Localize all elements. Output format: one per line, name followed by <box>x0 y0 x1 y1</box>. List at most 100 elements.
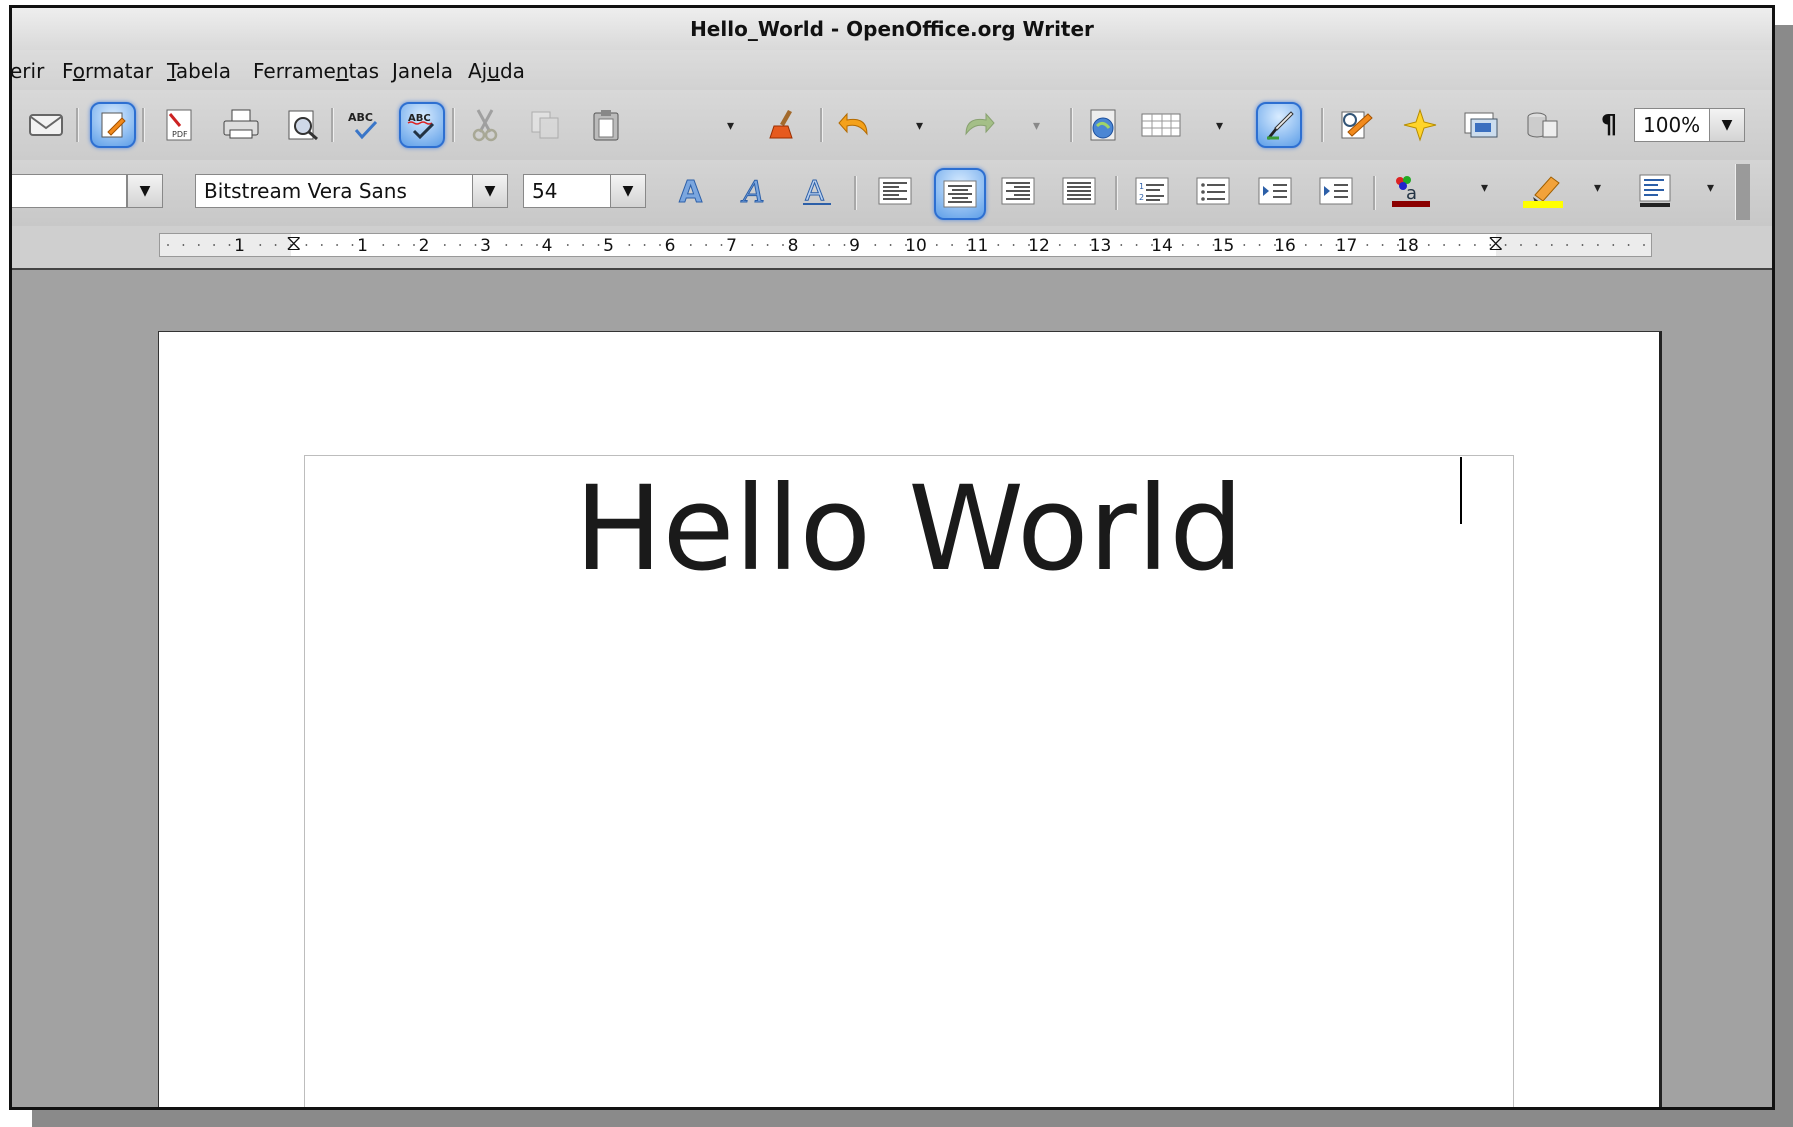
ruler-label: 3 <box>480 236 491 256</box>
menu-tools[interactable]: Ferramentas <box>253 59 379 83</box>
bullets-icon[interactable] <box>1192 170 1234 212</box>
formatting-marks-icon[interactable]: ¶ <box>1588 104 1630 146</box>
gallery-icon[interactable] <box>1460 104 1502 146</box>
decrease-indent-icon[interactable] <box>1254 170 1296 212</box>
increase-indent-icon[interactable] <box>1315 170 1357 212</box>
font-size-field[interactable]: 54 <box>523 174 611 208</box>
ruler-label: 16 <box>1274 236 1296 256</box>
ruler-dot <box>1181 244 1184 246</box>
ruler-dot <box>1643 244 1645 246</box>
menu-window[interactable]: Janela <box>392 59 453 83</box>
ruler-label: 8 <box>788 236 799 256</box>
undo-dropdown-icon[interactable]: ▾ <box>916 118 923 134</box>
writer-window: Hello_World - OpenOffice.org Writer erir… <box>9 5 1775 1110</box>
paste-icon[interactable] <box>585 104 627 146</box>
paste-dropdown-icon[interactable]: ▾ <box>727 118 734 134</box>
zoom-dropdown-button[interactable]: ▼ <box>1709 108 1745 142</box>
ruler-dot <box>520 244 523 246</box>
svg-text:2: 2 <box>1139 193 1144 202</box>
underline-icon[interactable]: A <box>796 170 838 212</box>
separator <box>1070 108 1073 142</box>
ruler-dot <box>336 244 338 246</box>
autospellcheck-icon[interactable]: ABC <box>399 102 445 148</box>
redo-icon[interactable] <box>956 104 998 146</box>
ruler-dot <box>443 244 446 246</box>
separator <box>331 108 334 142</box>
font-size-dropdown-button[interactable]: ▼ <box>610 174 646 208</box>
ruler-dot <box>1074 244 1076 246</box>
horizontal-ruler[interactable]: 1 1 2 3 4 5 6 7 8 9 10 11 12 13 14 15 16 17 18 ⧖ ⧖ <box>159 232 1652 257</box>
menu-help[interactable]: Ajuda <box>468 59 525 83</box>
zoom-field[interactable]: 100% <box>1634 108 1710 142</box>
ruler-label: 7 <box>726 236 737 256</box>
title-bar[interactable]: Hello_World - OpenOffice.org Writer <box>12 8 1772 50</box>
font-name-field[interactable]: Bitstream Vera Sans <box>195 174 473 208</box>
cut-icon[interactable] <box>464 104 506 146</box>
align-center-icon[interactable] <box>934 168 986 220</box>
ruler-dot <box>182 244 185 246</box>
undo-icon[interactable] <box>835 104 877 146</box>
ruler-dot <box>1443 244 1445 246</box>
draw-functions-icon[interactable] <box>1256 102 1302 148</box>
menu-insert[interactable]: erir <box>12 59 44 83</box>
paragraph-style-dropdown-button[interactable]: ▼ <box>127 174 163 208</box>
background-color-icon[interactable] <box>1635 170 1677 212</box>
ruler-label: 13 <box>1090 236 1112 256</box>
background-color-dropdown-icon[interactable]: ▾ <box>1707 180 1714 196</box>
ruler-dot <box>259 244 262 246</box>
ruler-dot <box>305 244 308 246</box>
ruler-dot <box>1135 244 1138 246</box>
copy-icon[interactable] <box>524 104 566 146</box>
ruler-dot <box>413 244 415 246</box>
paragraph-style-field[interactable] <box>12 174 127 208</box>
find-replace-icon[interactable] <box>1336 104 1378 146</box>
ruler-dot <box>843 244 846 246</box>
svg-text:PDF: PDF <box>172 130 188 139</box>
numbering-icon[interactable]: 12 <box>1131 170 1173 212</box>
edit-file-icon[interactable] <box>90 102 136 148</box>
ruler-dot <box>782 244 784 246</box>
font-color-icon[interactable]: a <box>1390 170 1432 212</box>
email-icon[interactable] <box>25 104 67 146</box>
ruler-dot <box>1120 244 1123 246</box>
toolbar-overflow-handle[interactable] <box>1735 164 1750 220</box>
data-sources-icon[interactable] <box>1522 104 1564 146</box>
ruler-dot <box>1366 244 1369 246</box>
ruler-dot <box>628 244 631 246</box>
text-cursor <box>1460 457 1462 524</box>
highlighting-icon[interactable] <box>1521 170 1563 212</box>
clone-formatting-icon[interactable] <box>762 104 804 146</box>
italic-icon[interactable]: A <box>734 170 776 212</box>
ruler-dot <box>874 244 877 246</box>
align-left-icon[interactable] <box>874 170 916 212</box>
left-indent-marker-icon[interactable]: ⧖ <box>286 232 301 256</box>
export-pdf-icon[interactable]: PDF <box>158 104 200 146</box>
highlighting-dropdown-icon[interactable]: ▾ <box>1594 180 1601 196</box>
document-text[interactable]: Hello World <box>305 459 1513 599</box>
table-dropdown-icon[interactable]: ▾ <box>1216 118 1223 134</box>
ruler-dot <box>643 244 646 246</box>
page-text-boundary[interactable]: Hello World <box>304 455 1514 1107</box>
ruler-dot <box>659 244 661 246</box>
bold-icon[interactable]: A <box>671 170 713 212</box>
spellcheck-icon[interactable]: ABC <box>344 104 386 146</box>
page-preview-icon[interactable] <box>281 104 323 146</box>
navigator-icon[interactable] <box>1399 104 1441 146</box>
ruler-dot <box>751 244 754 246</box>
align-right-icon[interactable] <box>997 170 1039 212</box>
ruler-label: 14 <box>1151 236 1173 256</box>
menu-format[interactable]: Formatar <box>62 59 153 83</box>
ruler-dot <box>505 244 508 246</box>
ruler-dot <box>566 244 569 246</box>
justify-icon[interactable] <box>1058 170 1100 212</box>
hyperlink-icon[interactable] <box>1083 104 1125 146</box>
table-icon[interactable] <box>1140 104 1182 146</box>
redo-dropdown-icon[interactable]: ▾ <box>1033 118 1040 134</box>
font-color-dropdown-icon[interactable]: ▾ <box>1481 180 1488 196</box>
separator <box>820 108 823 142</box>
font-name-dropdown-button[interactable]: ▼ <box>472 174 508 208</box>
menu-table[interactable]: Tabela <box>167 59 231 83</box>
right-indent-marker-icon[interactable]: ⧖ <box>1488 232 1503 256</box>
print-icon[interactable] <box>220 104 262 146</box>
ruler-dot <box>1381 244 1384 246</box>
